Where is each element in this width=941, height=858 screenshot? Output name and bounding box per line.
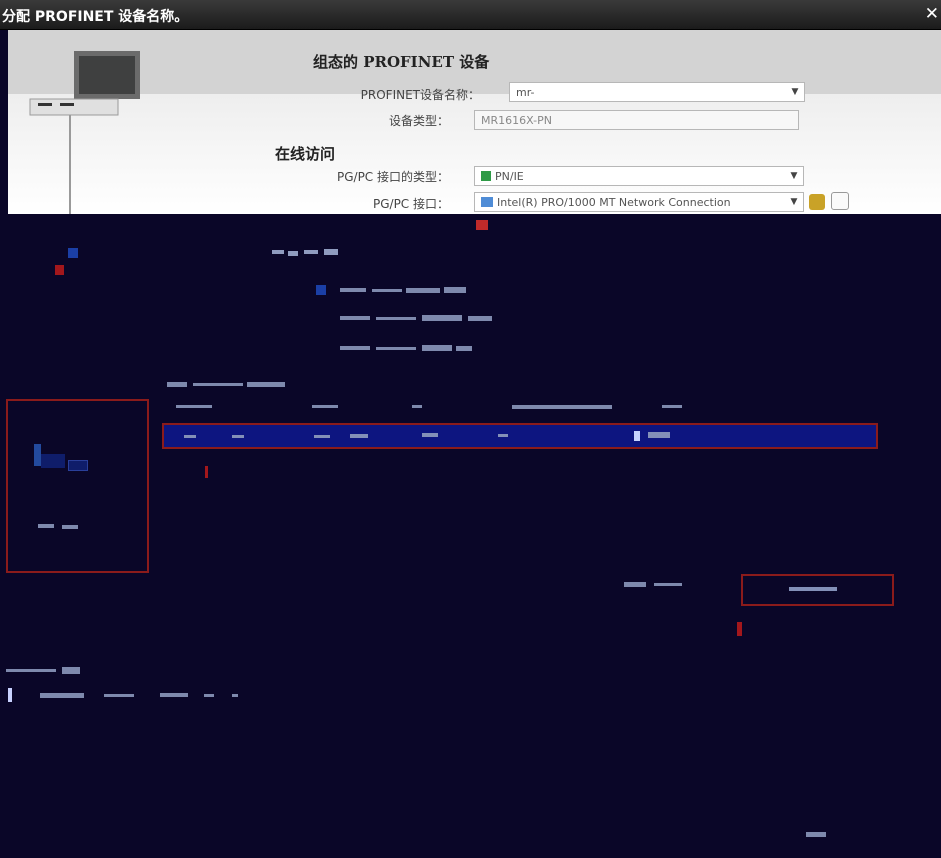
status-icon [68, 248, 78, 258]
interface-type-dropdown[interactable]: PN/IE ▼ [474, 166, 804, 186]
glitch-text [38, 522, 90, 532]
chevron-down-icon[interactable]: ▼ [786, 83, 804, 101]
selected-device-frame [6, 399, 149, 573]
network-adapter-icon [481, 197, 493, 207]
glitch-text [806, 830, 830, 840]
checkbox-icon[interactable] [316, 285, 326, 295]
glitch-text [340, 314, 494, 324]
glitch-column-headers [176, 402, 696, 412]
glitch-text [340, 286, 470, 296]
dialog-title-bar: 分配 PROFINET 设备名称。 ✕ [0, 0, 941, 30]
status-icon [8, 688, 12, 702]
assign-name-button[interactable] [741, 574, 894, 606]
device-name-field[interactable]: mr- ▼ [509, 82, 805, 102]
status-icon [205, 466, 208, 478]
status-icon [476, 220, 488, 230]
interface-type-value: PN/IE [495, 170, 524, 183]
status-icon [55, 265, 64, 275]
close-icon[interactable]: ✕ [925, 4, 939, 24]
glitch-text [624, 580, 686, 590]
device-icon [68, 460, 88, 471]
device-icon [34, 444, 41, 466]
status-icon [737, 622, 742, 636]
network-adapter-icon [481, 171, 491, 181]
chevron-down-icon[interactable]: ▼ [785, 167, 803, 185]
device-type-value: MR1616X-PN [481, 114, 552, 127]
glitch-text [340, 344, 474, 354]
dialog-title: 分配 PROFINET 设备名称。 [2, 9, 189, 25]
interface-properties-icon[interactable] [809, 194, 825, 210]
device-type-label: 设备类型： [388, 114, 449, 128]
glitch-text [272, 248, 342, 258]
interface-type-label: PG/PC 接口的类型： [336, 170, 449, 184]
configured-device-heading: 组态的 PROFINET 设备 [313, 53, 490, 71]
interface-dropdown[interactable]: Intel(R) PRO/1000 MT Network Connection … [474, 192, 804, 212]
online-device-row[interactable] [162, 423, 878, 449]
online-access-heading: 在线访问 [275, 145, 336, 163]
glitch-text [6, 666, 86, 676]
configured-device-panel: 组态的 PROFINET 设备 PROFINET设备名称： mr- ▼ 设备类型… [8, 30, 941, 214]
interface-value: Intel(R) PRO/1000 MT Network Connection [497, 196, 731, 209]
device-name-value: mr- [516, 86, 535, 99]
online-device-area [0, 214, 941, 858]
device-type-field: MR1616X-PN [474, 110, 799, 130]
search-icon[interactable] [831, 192, 849, 210]
glitch-text [167, 380, 287, 390]
device-name-label: PROFINET设备名称： [360, 88, 480, 102]
computer-monitor-icon [29, 51, 140, 214]
chevron-down-icon[interactable]: ▼ [785, 193, 803, 211]
device-icon [41, 454, 65, 468]
glitch-text [40, 691, 240, 701]
interface-label: PG/PC 接口： [372, 197, 449, 211]
